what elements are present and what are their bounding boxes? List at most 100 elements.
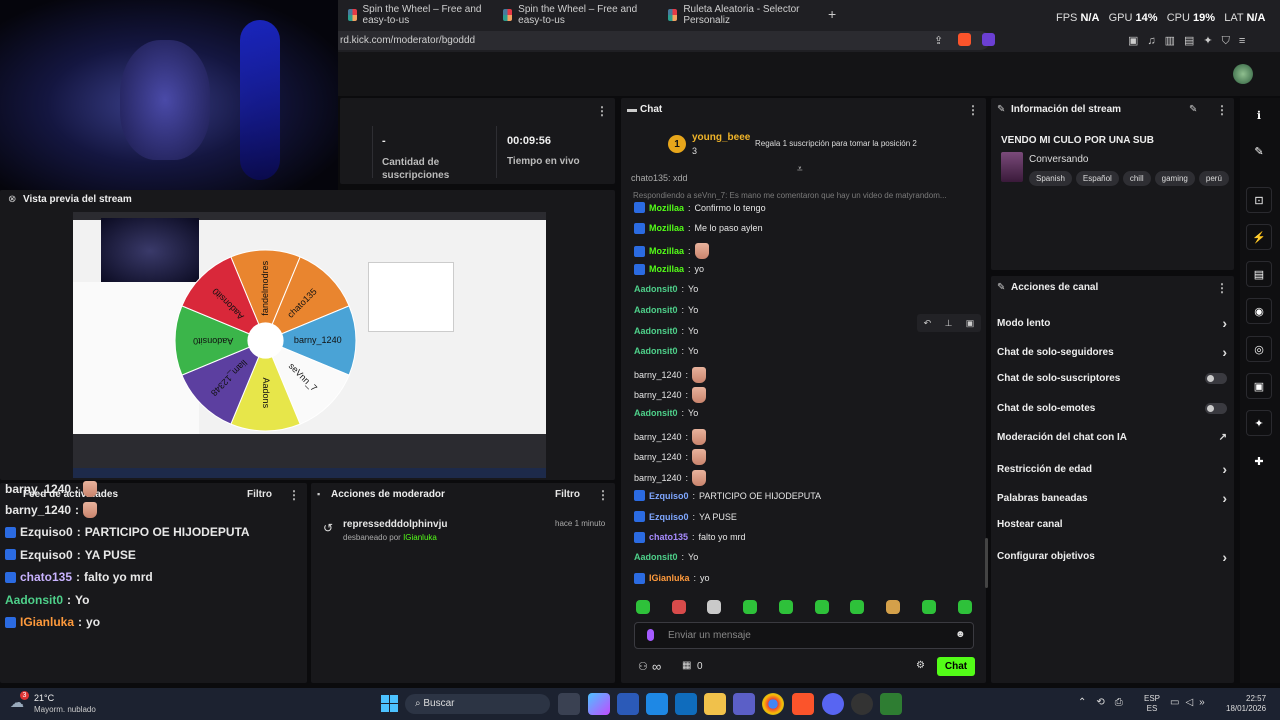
browser-tab-3[interactable]: Ruleta Aleatoria - Selector Personaliz <box>660 3 820 27</box>
teams-icon[interactable] <box>733 693 755 715</box>
feed-user[interactable]: chato135 <box>20 570 72 584</box>
chat-message[interactable]: Ezquiso0: YA PUSE <box>634 511 737 522</box>
more-icon[interactable]: ⋮ <box>967 103 979 117</box>
obs-icon[interactable] <box>851 693 873 715</box>
user-avatar[interactable] <box>1233 64 1253 84</box>
chat-message[interactable]: barny_1240: <box>634 366 707 383</box>
clock[interactable]: 22:57 18/01/2026 <box>1226 694 1266 714</box>
edge-icon[interactable] <box>646 693 668 715</box>
channel-action[interactable]: Chat de solo-emotes <box>997 402 1227 414</box>
add-widget-icon[interactable]: ✚ <box>1246 448 1272 474</box>
chat-message[interactable]: Mozillaa: Me lo paso aylen <box>634 222 763 234</box>
stream-category[interactable]: Conversando <box>1029 154 1088 165</box>
chat-scrollbar[interactable] <box>985 538 988 588</box>
send-chat-button[interactable]: Chat <box>937 657 975 676</box>
discord-icon[interactable] <box>822 693 844 715</box>
more-icon[interactable]: ⋮ <box>288 488 300 502</box>
chat-message[interactable]: barny_1240: <box>634 428 707 445</box>
chat-username[interactable]: barny_1240 <box>634 390 682 400</box>
windows-start-icon[interactable] <box>381 695 398 712</box>
pin-icon[interactable]: ⊥ <box>945 318 953 329</box>
chat-collapse-icon[interactable]: ⩡ <box>797 164 803 175</box>
chat-username[interactable]: Mozillaa <box>649 264 684 274</box>
channel-action[interactable]: Chat de solo-seguidores › <box>997 344 1227 360</box>
chat-message[interactable]: Aadonsit0: Yo <box>634 326 698 336</box>
more-icon[interactable]: ⋮ <box>1216 281 1228 295</box>
brave-shield-icon[interactable] <box>958 33 971 46</box>
feed-user[interactable]: barny_1240 <box>5 482 71 496</box>
chat-message[interactable]: Aadonsit0: Yo <box>634 552 698 562</box>
language-indicator[interactable]: ESP ES <box>1144 694 1160 714</box>
wrench-icon[interactable]: ✦ <box>1246 410 1272 436</box>
system-tray-icons[interactable]: ⌃⟲⎙ <box>1078 697 1133 708</box>
channel-action[interactable]: Hostear canal <box>997 519 1227 530</box>
feed-user[interactable]: barny_1240 <box>5 503 71 517</box>
tag[interactable]: chill <box>1122 171 1151 186</box>
store-icon[interactable] <box>617 693 639 715</box>
modaction-user[interactable]: repressedddolphinvju <box>343 519 447 530</box>
chat-username[interactable]: Mozillaa <box>649 223 684 233</box>
explorer-icon[interactable] <box>704 693 726 715</box>
chat-bubble-icon[interactable]: ◉ <box>1246 298 1272 324</box>
emote-icon[interactable] <box>779 600 793 614</box>
edit-icon[interactable]: ✎ <box>1189 104 1197 115</box>
chat-message[interactable]: barny_1240: <box>634 469 707 486</box>
chat-username[interactable]: chato135 <box>649 532 688 542</box>
chat-username[interactable]: Ezquiso0 <box>649 512 689 522</box>
stream-video[interactable]: fandelmodres chato135 barny_1240 seVnn_7 Aad… <box>73 212 546 478</box>
chat-message[interactable]: Mozillaa: yo <box>634 263 704 275</box>
channel-action[interactable]: Configurar objetivos › <box>997 549 1227 565</box>
network-volume-icons[interactable]: ▭◁» <box>1170 697 1211 708</box>
tag[interactable]: Spanish <box>1029 171 1072 186</box>
layout-icon[interactable]: ▣ <box>1246 373 1272 399</box>
emote-icon[interactable] <box>743 600 757 614</box>
address-bar[interactable]: rd.kick.com/moderator/bgoddd <box>330 31 990 50</box>
toggle-switch[interactable] <box>1205 402 1227 414</box>
chat-message[interactable]: Aadonsit0: Yo <box>634 408 698 418</box>
gift-icon[interactable]: ▦ <box>682 660 691 671</box>
outlook-icon[interactable] <box>675 693 697 715</box>
emote-icon[interactable] <box>672 600 686 614</box>
feed-user[interactable]: Ezquiso0 <box>20 525 73 539</box>
toolbar-icons[interactable]: ▣♫▥▤✦⛉≡ <box>1128 34 1254 48</box>
emote-icon[interactable] <box>958 600 972 614</box>
chat-username[interactable]: Ezquiso0 <box>649 491 689 501</box>
chat-message[interactable]: IGianluka: yo <box>634 572 710 584</box>
app-icon[interactable] <box>880 693 902 715</box>
channel-action[interactable]: Restricción de edad › <box>997 461 1227 477</box>
gear-icon[interactable]: ⚙ <box>916 660 925 671</box>
chat-username[interactable]: Aadonsit0 <box>634 284 678 294</box>
channel-action[interactable]: Modo lento › <box>997 315 1227 331</box>
chat-username[interactable]: barny_1240 <box>634 452 682 462</box>
feed-user[interactable]: Aadonsit0 <box>5 593 63 607</box>
browser-tab-2[interactable]: Spin the Wheel – Free and easy-to-us <box>495 3 655 27</box>
info-icon[interactable]: ℹ <box>1246 102 1272 128</box>
chat-message[interactable]: Aadonsit0: Yo <box>634 284 698 294</box>
tag[interactable]: gaming <box>1154 171 1195 186</box>
chat-username[interactable]: Aadonsit0 <box>634 326 678 336</box>
feed-user[interactable]: IGianluka <box>20 615 74 629</box>
modactions-filter[interactable]: Filtro <box>555 489 580 500</box>
mod-view-icon[interactable]: ⊡ <box>1246 187 1272 213</box>
brave-icon[interactable] <box>792 693 814 715</box>
feed-user[interactable]: Ezquiso0 <box>20 548 73 562</box>
gift-cta[interactable]: Regala 1 suscripción para tomar la posic… <box>755 139 917 148</box>
chat-message[interactable]: barny_1240: <box>634 387 707 404</box>
chat-message[interactable]: Mozillaa: <box>634 243 709 260</box>
chat-input[interactable]: Enviar un mensaje ☻ <box>634 622 974 649</box>
more-icon[interactable]: ⋮ <box>596 104 608 118</box>
document-icon[interactable]: ▤ <box>1246 261 1272 287</box>
chat-username[interactable]: Aadonsit0 <box>634 305 678 315</box>
emote-icon[interactable] <box>922 600 936 614</box>
lightning-icon[interactable]: ⚡ <box>1246 224 1272 250</box>
share-icon[interactable]: ⇪ <box>934 34 943 47</box>
channel-action[interactable]: Palabras baneadas › <box>997 490 1227 506</box>
chrome-icon[interactable] <box>762 693 784 715</box>
chat-username[interactable]: Aadonsit0 <box>634 408 678 418</box>
channel-action[interactable]: Chat de solo-suscriptores <box>997 373 1227 385</box>
taskbar-search[interactable]: ⌕ Buscar <box>405 694 550 714</box>
emote-icon[interactable] <box>850 600 864 614</box>
chat-username[interactable]: Aadonsit0 <box>634 346 678 356</box>
brave-rewards-icon[interactable] <box>982 33 995 46</box>
mic-icon[interactable] <box>647 629 654 641</box>
